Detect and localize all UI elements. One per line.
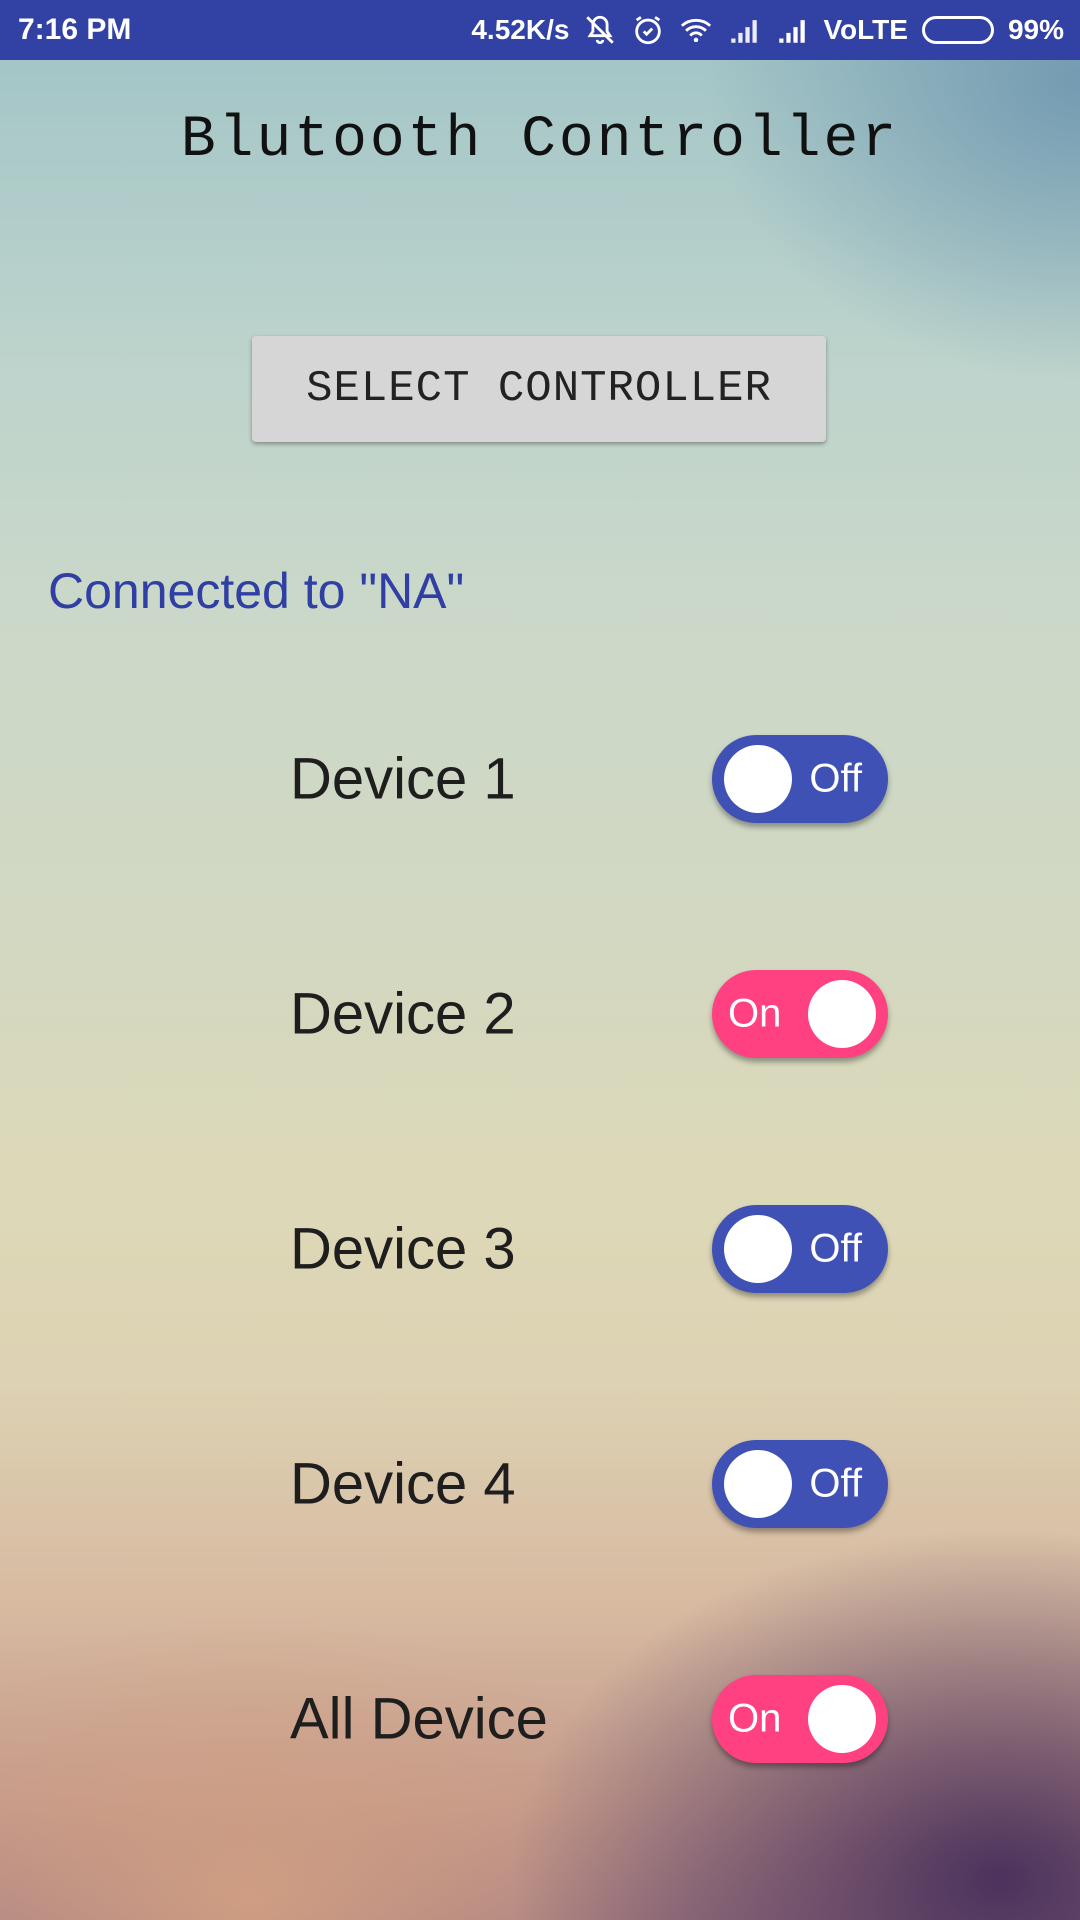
device-row-1: Device 1 Off: [0, 729, 1080, 829]
toggle-knob: [808, 1685, 876, 1753]
toggle-knob: [808, 980, 876, 1048]
toggle-knob: [724, 745, 792, 813]
toggle-state-label: Off: [809, 1226, 862, 1271]
toggle-knob: [724, 1450, 792, 1518]
device-label: All Device: [290, 1686, 548, 1752]
device-list: Device 1 Off Device 2 On Device 3 Off De…: [0, 0, 1080, 1920]
toggle-state-label: Off: [809, 1461, 862, 1506]
device-row-2: Device 2 On: [0, 964, 1080, 1064]
toggle-state-label: Off: [809, 756, 862, 801]
device-label: Device 4: [290, 1451, 516, 1517]
device-row-3: Device 3 Off: [0, 1199, 1080, 1299]
device-row-all: All Device On: [0, 1669, 1080, 1769]
device-2-toggle[interactable]: On: [712, 970, 888, 1058]
toggle-state-label: On: [728, 991, 782, 1036]
device-label: Device 1: [290, 746, 516, 812]
device-label: Device 3: [290, 1216, 516, 1282]
device-row-4: Device 4 Off: [0, 1434, 1080, 1534]
toggle-knob: [724, 1215, 792, 1283]
device-label: Device 2: [290, 981, 516, 1047]
device-4-toggle[interactable]: Off: [712, 1440, 888, 1528]
all-device-toggle[interactable]: On: [712, 1675, 888, 1763]
device-3-toggle[interactable]: Off: [712, 1205, 888, 1293]
device-1-toggle[interactable]: Off: [712, 735, 888, 823]
toggle-state-label: On: [728, 1696, 782, 1741]
